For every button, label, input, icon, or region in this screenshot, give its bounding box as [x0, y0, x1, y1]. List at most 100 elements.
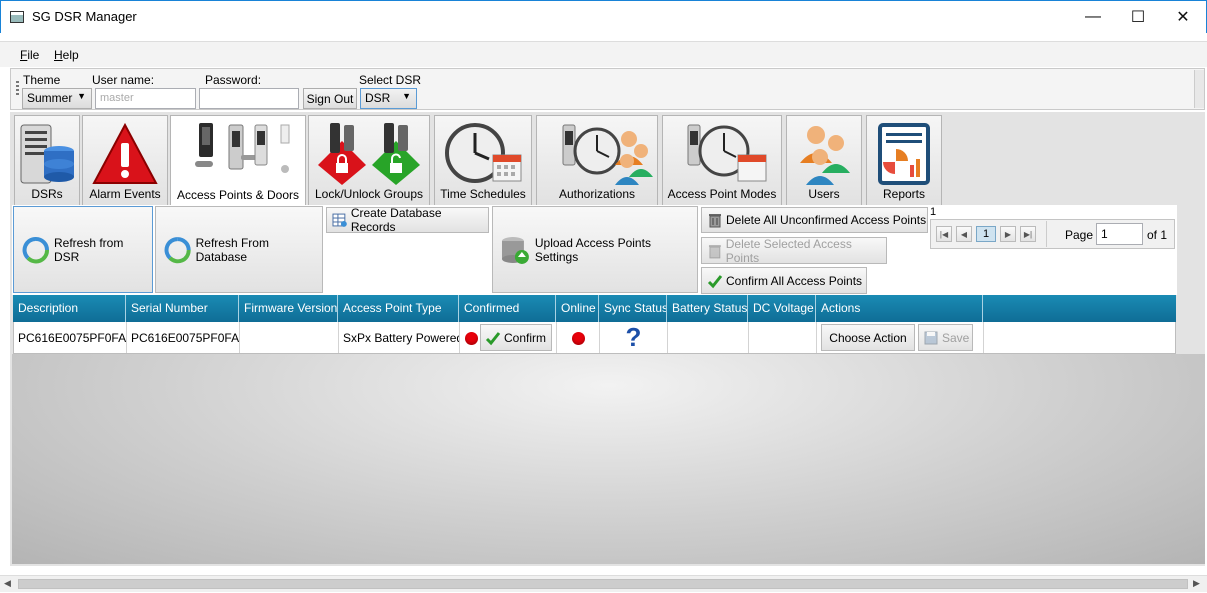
lock-unlock-icon: [318, 123, 420, 185]
cell-online: [557, 322, 600, 353]
scroll-left-icon[interactable]: ◀: [4, 578, 11, 589]
online-status-indicator: [572, 332, 585, 345]
cell-access-point-type: SxPx Battery Powered: [339, 322, 460, 353]
next-page-button[interactable]: ▶: [1000, 226, 1016, 242]
save-button[interactable]: Save: [918, 324, 973, 351]
tab-label: Access Point Modes: [667, 187, 777, 201]
tab-access-points-doors[interactable]: Access Points & Doors: [170, 115, 306, 207]
column-header-dc-voltage[interactable]: DC Voltage: [748, 295, 816, 322]
tab-label: DSRs: [31, 187, 63, 201]
trash-icon: [708, 244, 721, 258]
lock-clock-calendar-icon: [687, 124, 767, 182]
first-page-button[interactable]: |◀: [936, 226, 952, 242]
prev-page-button[interactable]: ◀: [956, 226, 972, 242]
column-header-online[interactable]: Online: [556, 295, 599, 322]
refresh-icon: [164, 236, 191, 263]
save-icon: [924, 331, 938, 344]
scrollbar-thumb[interactable]: [18, 579, 1188, 589]
tab-label: Users: [808, 187, 840, 201]
cell-dc-voltage: [749, 322, 817, 353]
tab-alarm-events[interactable]: Alarm Events: [82, 115, 168, 206]
menu-file[interactable]: File: [20, 48, 39, 62]
scroll-right-icon[interactable]: ▶: [1193, 578, 1200, 589]
column-header-firmware-version[interactable]: Firmware Version: [239, 295, 338, 322]
chevron-down-icon: ▼: [402, 91, 411, 101]
alarm-warning-icon: [92, 122, 158, 184]
toolbar-grip[interactable]: [16, 81, 19, 97]
button-label: Save: [942, 330, 970, 345]
button-label: Create Database Records: [350, 206, 442, 234]
menu-bar: File Help: [0, 41, 1207, 67]
column-header-access-point-type[interactable]: Access Point Type: [338, 295, 459, 322]
confirm-all-button[interactable]: Confirm All Access Points: [701, 267, 867, 294]
column-header-serial-number[interactable]: Serial Number: [126, 295, 239, 322]
chevron-down-icon: ▼: [77, 91, 86, 101]
tab-users[interactable]: Users: [786, 115, 862, 206]
delete-selected-button[interactable]: Delete Selected Access Points: [701, 237, 887, 265]
confirm-button[interactable]: Confirm: [480, 324, 552, 351]
login-toolbar: Theme Summer ▼ User name: master Password…: [10, 68, 1205, 110]
server-database-icon: [20, 124, 74, 184]
tab-lock-unlock-groups[interactable]: Lock/Unlock Groups: [308, 115, 430, 206]
cell-actions: Choose Action Save: [817, 322, 984, 353]
check-icon: [485, 331, 501, 345]
empty-grid-area: [12, 354, 1205, 564]
create-database-records-button[interactable]: Create Database Records: [326, 206, 489, 234]
page-number-current[interactable]: 1: [976, 226, 996, 242]
select-dsr-label: Select DSR: [359, 73, 422, 87]
users-icon: [800, 126, 850, 185]
minimize-button[interactable]: —: [1070, 1, 1116, 32]
tab-dsrs[interactable]: DSRs: [14, 115, 80, 206]
column-header-confirmed[interactable]: Confirmed: [459, 295, 556, 322]
database-upload-icon: [501, 236, 529, 264]
password-label: Password:: [205, 73, 262, 87]
check-icon: [707, 274, 723, 288]
maximize-button[interactable]: ☐: [1115, 1, 1161, 32]
username-label: User name:: [92, 73, 155, 87]
column-header-description[interactable]: Description: [13, 295, 126, 322]
column-header-battery-status[interactable]: Battery Status: [667, 295, 748, 322]
select-dsr-combo[interactable]: DSR ▼: [360, 88, 417, 109]
username-input[interactable]: master: [95, 88, 196, 109]
refresh-from-database-button[interactable]: Refresh From Database: [155, 206, 323, 293]
status-red-indicator: [465, 332, 478, 345]
theme-combo[interactable]: Summer ▼: [22, 88, 92, 109]
tab-label: Authorizations: [558, 187, 636, 201]
button-label: Confirm All Access Points: [726, 273, 863, 288]
tab-access-point-modes[interactable]: Access Point Modes: [662, 115, 782, 206]
tab-label: Reports: [882, 187, 926, 201]
upload-access-points-settings-button[interactable]: Upload Access Points Settings: [492, 206, 698, 293]
page-input[interactable]: 1: [1096, 223, 1143, 245]
cell-battery-status: [668, 322, 749, 353]
button-label: Confirm: [504, 330, 547, 345]
button-label: Refresh From Database: [195, 235, 269, 264]
tab-authorizations[interactable]: Authorizations: [536, 115, 658, 206]
pager-divider: [1046, 221, 1047, 247]
theme-label: Theme: [23, 73, 61, 87]
tab-label: Time Schedules: [440, 187, 526, 201]
last-page-button[interactable]: ▶|: [1020, 226, 1036, 242]
clock-calendar-icon: [445, 123, 522, 183]
cell-sync-status: ?: [600, 322, 668, 353]
choose-action-button[interactable]: Choose Action: [821, 324, 915, 351]
column-header-actions[interactable]: Actions: [816, 295, 983, 322]
button-label: Delete All Unconfirmed Access Points: [726, 213, 927, 227]
grid-header: Description Serial Number Firmware Versi…: [13, 295, 1176, 322]
password-input[interactable]: [199, 88, 299, 109]
tab-time-schedules[interactable]: Time Schedules: [434, 115, 532, 206]
table-row[interactable]: PC616E0075PF0FAA PC616E0075PF0FAA SxPx B…: [13, 322, 1176, 354]
tab-reports[interactable]: Reports: [866, 115, 942, 206]
menu-help[interactable]: Help: [54, 48, 79, 62]
delete-all-unconfirmed-button[interactable]: Delete All Unconfirmed Access Points: [701, 207, 928, 233]
toolbar-scrollbar[interactable]: [1194, 70, 1204, 108]
window-title: SG DSR Manager: [32, 9, 137, 24]
button-label: Upload Access Points Settings: [534, 235, 651, 264]
door-locks-icon: [195, 123, 290, 173]
lock-clock-users-icon: [562, 124, 653, 185]
column-header-sync-status[interactable]: Sync Status: [599, 295, 667, 322]
sign-out-button[interactable]: Sign Out: [303, 88, 357, 109]
refresh-icon: [22, 236, 49, 263]
close-button[interactable]: ✕: [1160, 1, 1206, 32]
horizontal-scrollbar[interactable]: ◀ ▶: [0, 575, 1207, 592]
refresh-from-dsr-button[interactable]: Refresh from DSR: [13, 206, 153, 293]
